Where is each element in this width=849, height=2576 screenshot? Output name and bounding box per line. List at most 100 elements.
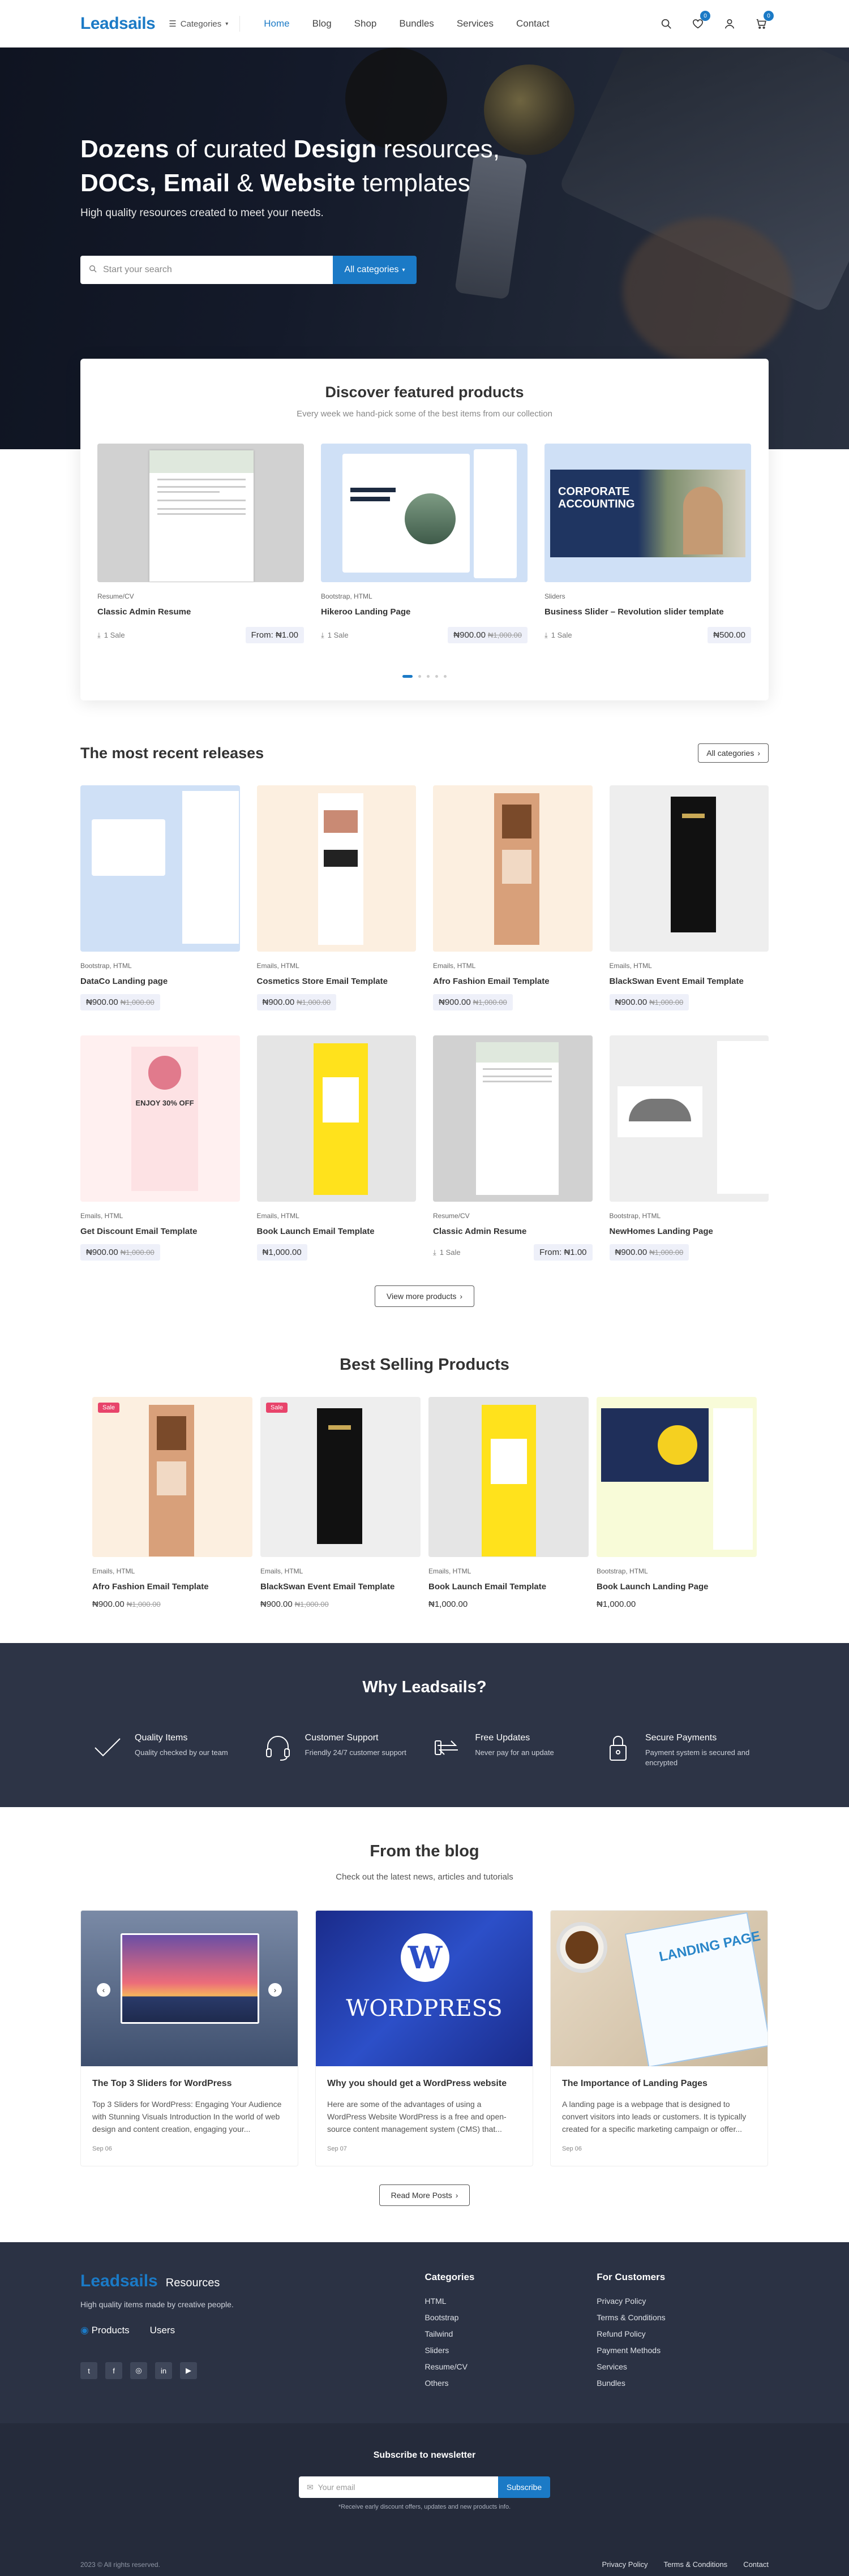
footer-link[interactable]: Terms & Conditions <box>597 2313 769 2322</box>
nav-home[interactable]: Home <box>252 18 301 29</box>
product-card[interactable]: Emails, HTML Cosmetics Store Email Templ… <box>256 785 417 1010</box>
categories-dropdown[interactable]: ☰ Categories ▾ <box>169 16 241 32</box>
all-categories-button[interactable]: All categories › <box>698 743 769 763</box>
product-card[interactable]: Resume/CV Classic Admin Resume ⤓ 1 Sale Fr… <box>433 1035 593 1261</box>
product-thumbnail[interactable] <box>80 785 240 952</box>
nav-bundles[interactable]: Bundles <box>388 18 445 29</box>
newsletter-email-input[interactable]: ✉ Your email <box>299 2476 498 2498</box>
blog-card[interactable]: LANDING PAGE The Importance of Landing P… <box>550 1910 768 2166</box>
product-card[interactable]: ENJOY 30% OFF Emails, HTML Get Discount … <box>80 1035 240 1261</box>
wishlist-icon[interactable]: 0 <box>691 11 710 31</box>
facebook-icon[interactable]: f <box>105 2362 122 2379</box>
cart-icon[interactable]: 0 <box>754 11 774 31</box>
product-thumbnail[interactable] <box>609 1035 769 1202</box>
view-more-products-button[interactable]: View more products › <box>374 1285 475 1307</box>
carousel-dot[interactable] <box>435 675 438 678</box>
blog-post-title[interactable]: The Importance of Landing Pages <box>562 2079 756 2089</box>
product-thumbnail[interactable] <box>433 785 593 952</box>
product-name[interactable]: NewHomes Landing Page <box>610 1227 769 1236</box>
footer-link[interactable]: Sliders <box>424 2346 597 2355</box>
product-thumbnail[interactable] <box>609 785 769 952</box>
featured-product[interactable]: Bootstrap, HTML Hikeroo Landing Page ⤓ 1 … <box>321 444 528 643</box>
footer-logo[interactable]: Leadsails Resources <box>80 2272 424 2291</box>
site-logo[interactable]: Leadsails <box>80 14 156 33</box>
product-card[interactable]: Bootstrap, HTML DataCo Landing page ₦900… <box>80 785 240 1010</box>
product-card[interactable]: Emails, HTML BlackSwan Event Email Templ… <box>609 785 769 1010</box>
linkedin-icon[interactable]: in <box>155 2362 172 2379</box>
product-card[interactable]: Emails, HTML Book Launch Email Template … <box>256 1035 417 1261</box>
product-name[interactable]: Book Launch Landing Page <box>597 1582 757 1592</box>
blog-image[interactable]: LANDING PAGE <box>551 1911 767 2066</box>
footer-link[interactable]: Tailwind <box>424 2329 597 2338</box>
footer-link[interactable]: Others <box>424 2379 597 2388</box>
featured-product[interactable]: Resume/CV Classic Admin Resume ⤓ 1 Sale Fr… <box>97 444 304 643</box>
product-thumbnail[interactable]: ENJOY 30% OFF <box>80 1035 240 1202</box>
blog-card[interactable]: W WordPress Why you should get a WordPre… <box>315 1910 533 2166</box>
footer-link[interactable]: Services <box>597 2362 769 2371</box>
youtube-icon[interactable]: ▶ <box>180 2362 197 2379</box>
product-card[interactable]: Bootstrap, HTML Book Launch Landing Page… <box>597 1397 757 1609</box>
product-name[interactable]: Business Slider – Revolution slider temp… <box>544 607 751 617</box>
product-name[interactable]: Book Launch Email Template <box>257 1227 417 1236</box>
bottom-link-privacy[interactable]: Privacy Policy <box>602 2560 648 2569</box>
product-thumbnail[interactable] <box>256 1035 416 1202</box>
product-name[interactable]: Hikeroo Landing Page <box>321 607 528 617</box>
blog-post-title[interactable]: Why you should get a WordPress website <box>327 2079 521 2089</box>
footer-link[interactable]: Payment Methods <box>597 2346 769 2355</box>
footer-link[interactable]: Refund Policy <box>597 2329 769 2338</box>
blog-image[interactable]: ‹ › <box>81 1911 298 2066</box>
footer-link[interactable]: Privacy Policy <box>597 2297 769 2306</box>
bottom-link-contact[interactable]: Contact <box>743 2560 769 2569</box>
product-card[interactable]: Sale Emails, HTML Afro Fashion Email Tem… <box>92 1397 252 1609</box>
product-name[interactable]: Classic Admin Resume <box>97 607 304 617</box>
carousel-dot[interactable] <box>418 675 421 678</box>
blog-image[interactable]: W WordPress <box>316 1911 533 2066</box>
product-name[interactable]: Classic Admin Resume <box>433 1227 593 1236</box>
footer-link[interactable]: Resume/CV <box>424 2362 597 2371</box>
search-icon[interactable] <box>659 16 674 31</box>
product-card[interactable]: Sale Emails, HTML BlackSwan Event Email … <box>260 1397 421 1609</box>
nav-services[interactable]: Services <box>445 18 505 29</box>
product-card[interactable]: Bootstrap, HTML NewHomes Landing Page ₦9… <box>609 1035 769 1261</box>
product-name[interactable]: Afro Fashion Email Template <box>92 1582 252 1592</box>
product-name[interactable]: BlackSwan Event Email Template <box>260 1582 421 1592</box>
product-thumbnail[interactable] <box>433 1035 593 1202</box>
footer-link[interactable]: Bootstrap <box>424 2313 597 2322</box>
product-name[interactable]: BlackSwan Event Email Template <box>610 977 769 986</box>
product-thumbnail[interactable] <box>321 444 528 582</box>
product-thumbnail[interactable] <box>97 444 304 582</box>
product-name[interactable]: DataCo Landing page <box>80 977 240 986</box>
featured-product[interactable]: CORPORATE ACCOUNTING Sliders Business Sli… <box>544 444 751 643</box>
bottom-link-terms[interactable]: Terms & Conditions <box>663 2560 727 2569</box>
product-card[interactable]: Emails, HTML Afro Fashion Email Template… <box>433 785 593 1010</box>
product-name[interactable]: Afro Fashion Email Template <box>433 977 593 986</box>
product-thumbnail[interactable] <box>428 1397 589 1557</box>
product-thumbnail[interactable]: CORPORATE ACCOUNTING <box>544 444 751 582</box>
footer-link[interactable]: HTML <box>424 2297 597 2306</box>
product-card[interactable]: Emails, HTML Book Launch Email Template … <box>428 1397 589 1609</box>
nav-shop[interactable]: Shop <box>343 18 388 29</box>
download-icon: ⤓ <box>433 1248 436 1257</box>
instagram-icon[interactable]: ◎ <box>130 2362 147 2379</box>
user-icon[interactable] <box>722 16 737 31</box>
product-thumbnail[interactable]: Sale <box>260 1397 421 1557</box>
product-thumbnail[interactable] <box>597 1397 757 1557</box>
search-input[interactable]: Start your search <box>80 256 333 284</box>
nav-blog[interactable]: Blog <box>301 18 343 29</box>
product-thumbnail[interactable] <box>256 785 416 952</box>
twitter-icon[interactable]: t <box>80 2362 97 2379</box>
read-more-posts-button[interactable]: Read More Posts › <box>379 2184 470 2206</box>
product-name[interactable]: Get Discount Email Template <box>80 1227 240 1236</box>
blog-post-title[interactable]: The Top 3 Sliders for WordPress <box>92 2079 286 2089</box>
carousel-dot[interactable] <box>402 675 413 678</box>
footer-link[interactable]: Bundles <box>597 2379 769 2388</box>
product-thumbnail[interactable]: Sale <box>92 1397 252 1557</box>
carousel-dot[interactable] <box>427 675 430 678</box>
blog-card[interactable]: ‹ › The Top 3 Sliders for WordPress Top … <box>80 1910 298 2166</box>
nav-contact[interactable]: Contact <box>505 18 561 29</box>
subscribe-button[interactable]: Subscribe <box>498 2476 550 2498</box>
search-category-button[interactable]: All categories ▾ <box>333 256 417 284</box>
carousel-dot[interactable] <box>444 675 447 678</box>
product-name[interactable]: Book Launch Email Template <box>428 1582 589 1592</box>
product-name[interactable]: Cosmetics Store Email Template <box>257 977 417 986</box>
